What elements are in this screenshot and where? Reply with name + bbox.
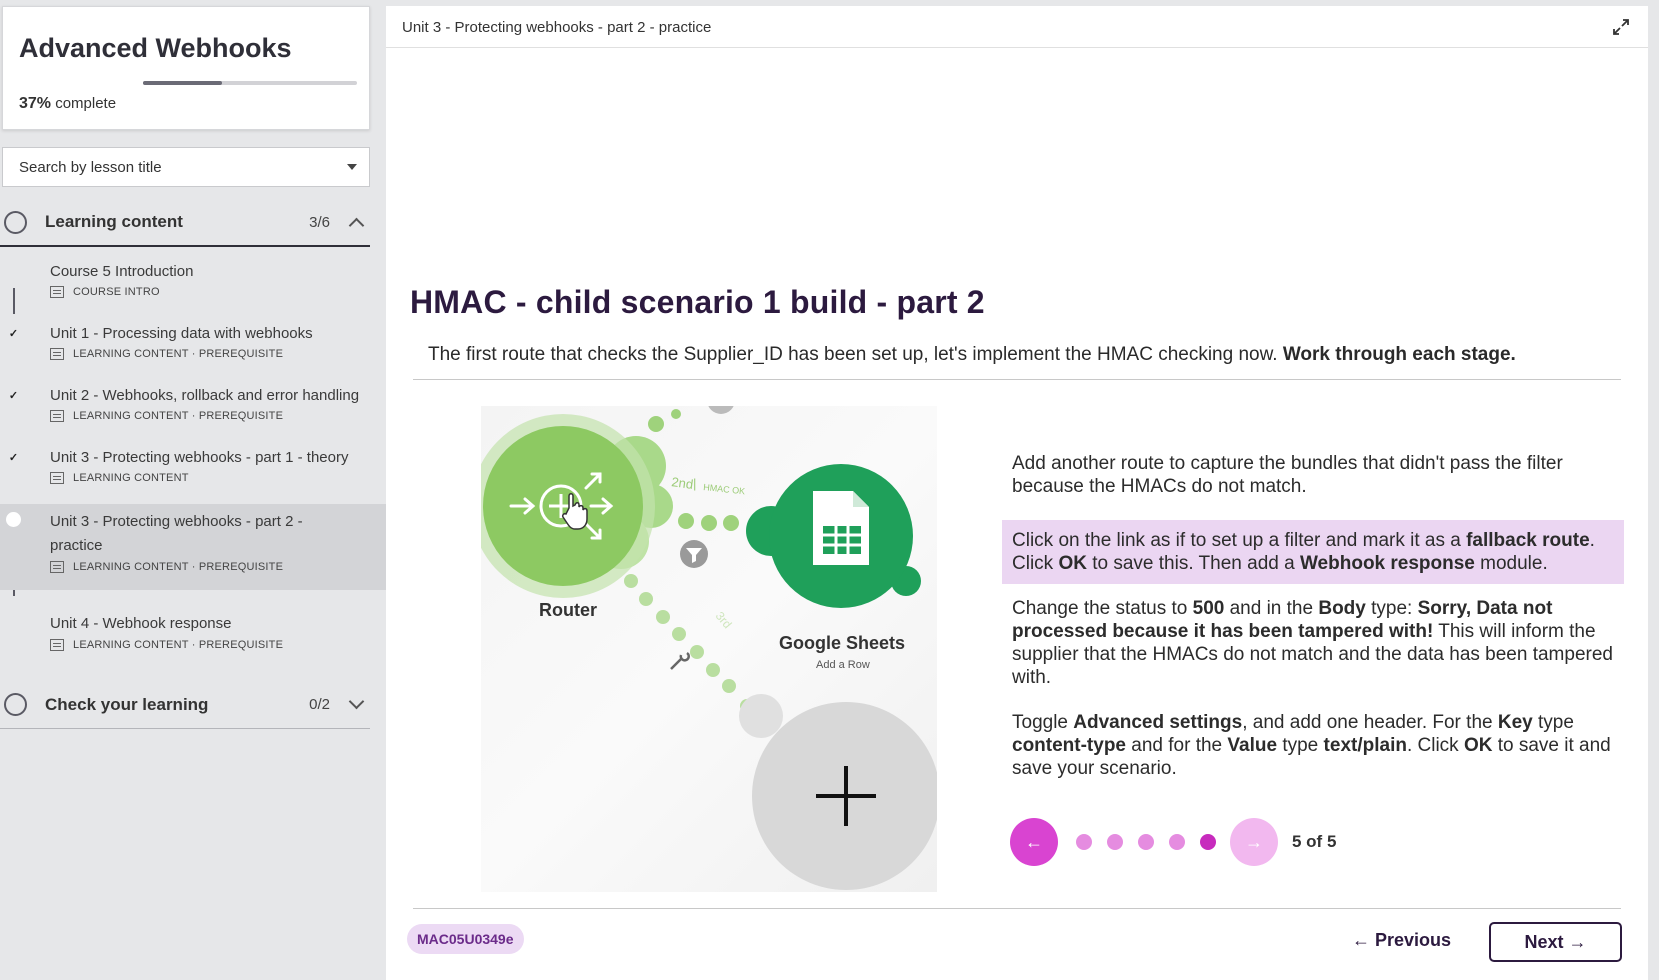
carousel-dot-active[interactable]: [1200, 834, 1216, 850]
document-icon: [50, 472, 64, 484]
lesson-meta: LEARNING CONTENT: [50, 472, 189, 484]
carousel-counter: 5 of 5: [1292, 832, 1337, 851]
carousel-next-button[interactable]: →: [1230, 818, 1278, 866]
carousel-dot[interactable]: [1138, 834, 1154, 850]
lesson-content-panel: Unit 3 - Protecting webhooks - part 2 - …: [386, 6, 1648, 980]
route-dot: [701, 515, 717, 531]
lesson-status-icon: [6, 616, 21, 631]
step-2-highlighted: Click on the link as if to set up a filt…: [1002, 520, 1624, 584]
divider: [413, 379, 1621, 380]
section-check-your-learning[interactable]: Check your learning 0/2: [0, 681, 370, 729]
lesson-title: Unit 1 - Processing data with webhooks: [50, 325, 313, 342]
lesson-item[interactable]: Course 5 Introduction COURSE INTRO: [0, 256, 386, 316]
chevron-up-icon[interactable]: [348, 217, 365, 233]
course-progress-fill: [143, 81, 223, 85]
route-dot: [648, 416, 664, 432]
lesson-code-badge: MAC05U0349e: [407, 924, 524, 954]
arrow-left-icon: ←: [1025, 831, 1043, 852]
step-4: Toggle Advanced settings, and add one he…: [1012, 712, 1611, 779]
course-card: Advanced Webhooks 37% complete: [2, 6, 370, 130]
checkmark-icon: ✓: [6, 388, 21, 403]
lesson-title: Unit 4 - Webhook response: [50, 615, 232, 632]
carousel-prev-button[interactable]: ←: [1010, 818, 1058, 866]
lesson-meta: LEARNING CONTENT · PREREQUISITE: [50, 639, 283, 651]
step-3: Change the status to 500 and in the Body…: [1012, 598, 1613, 688]
lesson-title: Unit 3 - Protecting webhooks - part 1 - …: [50, 449, 349, 466]
document-icon: [50, 348, 64, 360]
scenario-illustration: Router 2nd | HMAC OK 3rd Google Sheets A…: [481, 406, 937, 892]
lesson-item[interactable]: ✓ Unit 2 - Webhooks, rollback and error …: [0, 380, 386, 440]
carousel-dot[interactable]: [1076, 834, 1092, 850]
expand-fullscreen-icon[interactable]: [1612, 18, 1630, 36]
carousel-dots: [1076, 834, 1216, 850]
section-count: 0/2: [309, 696, 330, 713]
caret-down-icon: [347, 164, 357, 170]
route-3-label: 3rd: [713, 609, 735, 631]
checkmark-icon: ✓: [6, 326, 21, 341]
lesson-title: Unit 3 - Protecting webhooks - part 2 - …: [50, 513, 303, 554]
router-label: Router: [539, 600, 597, 620]
section-label: Check your learning: [45, 694, 209, 714]
route-2-label: 2nd: [671, 474, 695, 492]
sheets-label: Google Sheets: [779, 633, 905, 653]
section-label: Learning content: [45, 212, 183, 231]
previous-button[interactable]: ← Previous: [1352, 924, 1451, 956]
lesson-status-icon: [6, 512, 21, 527]
checkmark-icon: ✓: [6, 450, 21, 465]
lesson-breadcrumb: Unit 3 - Protecting webhooks - part 2 - …: [402, 19, 712, 36]
section-count: 3/6: [309, 213, 330, 231]
lesson-item-active[interactable]: Unit 3 - Protecting webhooks - part 2 - …: [0, 504, 386, 590]
document-icon: [50, 639, 64, 651]
lesson-meta: LEARNING CONTENT · PREREQUISITE: [50, 348, 283, 360]
lesson-heading: HMAC - child scenario 1 build - part 2: [410, 284, 985, 320]
course-progress-bar: [143, 81, 357, 85]
lesson-search-dropdown[interactable]: Search by lesson title: [2, 147, 370, 187]
lesson-meta: COURSE INTRO: [50, 286, 160, 298]
route-dot: [723, 515, 739, 531]
section-progress-circle-icon: [4, 693, 27, 716]
document-icon: [50, 286, 64, 298]
route-2-divider: |: [693, 476, 696, 491]
section-progress-circle-icon: [4, 210, 27, 234]
route-dot: [678, 513, 694, 529]
sheets-sublabel: Add a Row: [816, 659, 870, 671]
app-window: Advanced Webhooks 37% complete Search by…: [0, 0, 1659, 980]
lesson-item[interactable]: ✓ Unit 3 - Protecting webhooks - part 1 …: [0, 442, 386, 502]
course-title: Advanced Webhooks: [19, 33, 292, 63]
document-icon: [50, 561, 64, 573]
section-learning-content[interactable]: Learning content 3/6: [0, 199, 370, 247]
document-icon: [50, 410, 64, 422]
lesson-meta: LEARNING CONTENT · PREREQUISITE: [50, 561, 283, 573]
step-list: Add another route to capture the bundles…: [1002, 452, 1624, 780]
route-dot: [671, 409, 681, 419]
divider: [413, 908, 1621, 909]
lesson-meta: LEARNING CONTENT · PREREQUISITE: [50, 410, 283, 422]
step-1: Add another route to capture the bundles…: [1012, 453, 1563, 497]
search-placeholder: Search by lesson title: [19, 158, 162, 176]
lesson-item[interactable]: ✓ Unit 1 - Processing data with webhooks…: [0, 318, 386, 378]
next-button[interactable]: Next →: [1489, 922, 1622, 962]
lesson-item[interactable]: Unit 4 - Webhook response LEARNING CONTE…: [0, 608, 386, 668]
scenario-diagram: Router 2nd | HMAC OK 3rd Google Sheets A…: [481, 406, 937, 890]
carousel-dot[interactable]: [1169, 834, 1185, 850]
chevron-down-icon[interactable]: [348, 693, 365, 710]
course-progress-text: 37% complete: [19, 95, 117, 112]
carousel-dot[interactable]: [1107, 834, 1123, 850]
step-carousel: ← → 5 of 5: [1010, 818, 1336, 866]
lesson-intro: The first route that checks the Supplier…: [428, 344, 1516, 365]
course-sidebar: Advanced Webhooks 37% complete Search by…: [0, 0, 386, 980]
lesson-topbar: Unit 3 - Protecting webhooks - part 2 - …: [386, 6, 1648, 48]
arrow-right-icon: →: [1245, 831, 1263, 852]
lesson-title: Course 5 Introduction: [50, 263, 194, 280]
lesson-title: Unit 2 - Webhooks, rollback and error ha…: [50, 387, 360, 404]
route-2-filter-label: HMAC OK: [703, 482, 746, 496]
lesson-status-icon: [6, 264, 21, 279]
